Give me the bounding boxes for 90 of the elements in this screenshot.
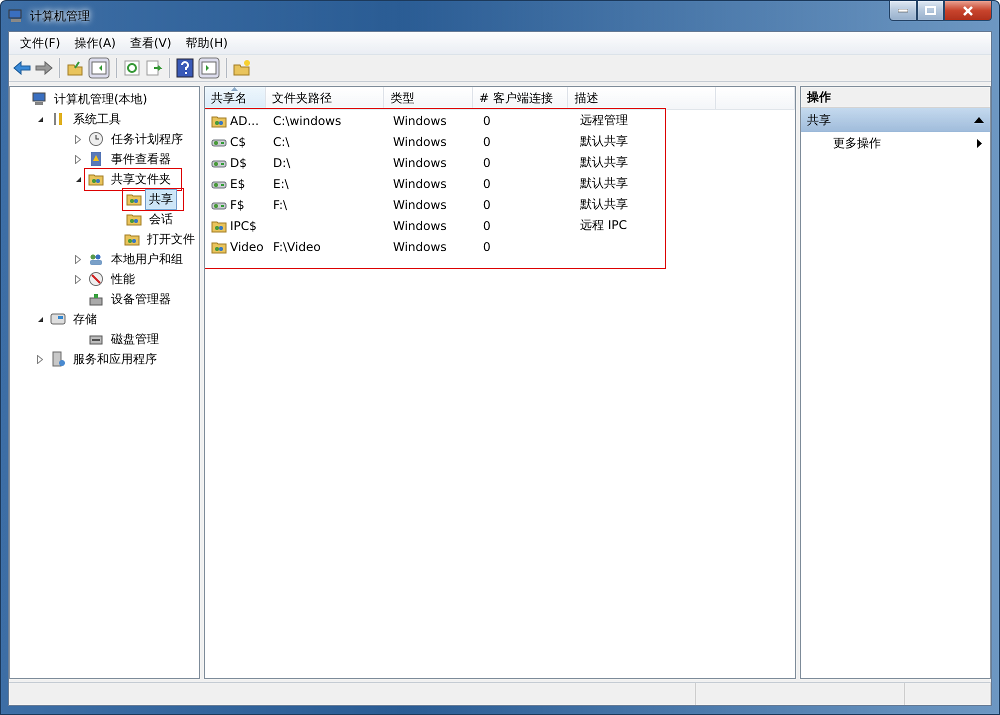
collapsed-arrow-icon[interactable] [75,274,81,284]
column-header[interactable]: 共享名 [205,87,266,109]
table-cell[interactable]: IPC$ [230,218,257,232]
collapsed-arrow-icon[interactable] [75,154,81,164]
forward-arrow-icon[interactable] [35,60,53,76]
table-cell[interactable]: Video [230,240,264,254]
tree-item[interactable]: 存储 [69,308,101,330]
maximize-icon [925,6,936,15]
table-cell: E:\ [273,176,289,190]
table-cell: 默认共享 [580,175,628,192]
expanded-arrow-icon[interactable] [36,116,44,122]
tree-item[interactable]: 性能 [107,268,139,290]
table-cell: F:\ [273,198,288,212]
column-header[interactable]: 描述 [568,87,716,109]
tree-item[interactable]: 事件查看器 [107,148,175,170]
table-cell[interactable]: E$ [230,176,246,190]
server-icon [50,351,66,367]
refresh-icon[interactable] [123,59,141,77]
computer-icon [31,91,47,107]
table-cell: Windows [393,198,447,212]
maximize-button[interactable] [917,1,944,21]
window-title: 计算机管理 [30,8,90,24]
tree-item[interactable]: 磁盘管理 [107,328,163,350]
menu-item[interactable]: 操作(A) [67,34,123,52]
back-arrow-icon[interactable] [13,60,31,76]
console-tree-icon[interactable] [88,57,110,79]
table-cell: 0 [483,156,491,170]
expanded-arrow-icon[interactable] [74,176,82,182]
table-cell: 默认共享 [580,196,628,213]
close-icon [962,6,974,16]
tree-item[interactable]: 打开文件 [143,228,199,250]
device-icon [88,291,104,307]
table-cell: Windows [393,156,447,170]
tree-item[interactable]: 服务和应用程序 [69,348,161,370]
help-icon[interactable] [176,58,194,78]
table-cell[interactable]: F$ [230,198,245,212]
table-cell: C:\ [273,134,290,148]
menu-item[interactable]: 查看(V) [122,34,178,52]
table-cell[interactable]: D$ [230,156,247,170]
folder-up-icon[interactable] [66,59,84,77]
table-cell: 默认共享 [580,154,628,171]
table-cell: 0 [483,114,491,128]
computer-icon [8,8,24,24]
sort-arrow-icon [231,87,238,91]
tree-item[interactable]: 系统工具 [69,108,125,130]
table-cell: 远程管理 [580,112,628,129]
column-header[interactable]: # 客户端连接 [472,87,568,109]
collapsed-arrow-icon[interactable] [37,354,43,364]
menu-item[interactable]: 帮助(H) [178,34,235,52]
column-header[interactable]: 类型 [384,87,473,109]
table-cell: 默认共享 [580,133,628,150]
table-cell: D:\ [273,156,290,170]
column-header[interactable]: 文件夹路径 [266,87,384,109]
export-list-icon[interactable] [145,59,163,77]
tree-item[interactable]: 会话 [145,208,177,230]
minimize-button[interactable] [889,1,917,21]
tree-item[interactable]: 共享 [145,188,177,210]
tree-item[interactable]: 本地用户和组 [107,248,187,270]
table-cell: Windows [393,240,447,254]
table-cell: 0 [483,240,491,254]
collapsed-arrow-icon[interactable] [75,134,81,144]
table-cell: 0 [483,218,491,232]
menu-item[interactable]: 文件(F) [13,34,68,52]
close-button[interactable] [944,1,992,21]
table-cell: 0 [483,198,491,212]
collapsed-arrow-icon[interactable] [75,254,81,264]
table-cell: Windows [393,176,447,190]
table-cell: Windows [393,218,447,232]
table-cell: C:\windows [273,114,342,128]
tree-item[interactable]: 任务计划程序 [107,128,187,150]
section-header[interactable]: 共享 [801,108,990,132]
table-cell: Windows [393,114,447,128]
table-cell[interactable]: C$ [230,134,246,148]
table-cell[interactable]: AD... [230,114,259,128]
new-share-icon[interactable] [233,59,251,77]
table-cell: 远程 IPC [580,217,627,234]
table-cell: Windows [393,134,447,148]
storage-icon [50,311,66,327]
table-cell: 0 [483,176,491,190]
clock-icon [88,131,104,147]
action-item[interactable]: 更多操作 [801,132,990,154]
tree-item[interactable]: 共享文件夹 [107,168,175,190]
expanded-arrow-icon[interactable] [36,316,44,322]
table-cell: F:\Video [273,240,321,254]
action-pane-icon[interactable] [198,57,220,79]
table-cell: 0 [483,134,491,148]
pane-title: 操作 [801,87,990,108]
tree-item[interactable]: 计算机管理(本地) [50,88,152,110]
tree-item[interactable]: 设备管理器 [107,288,175,310]
minimize-icon [898,8,908,12]
